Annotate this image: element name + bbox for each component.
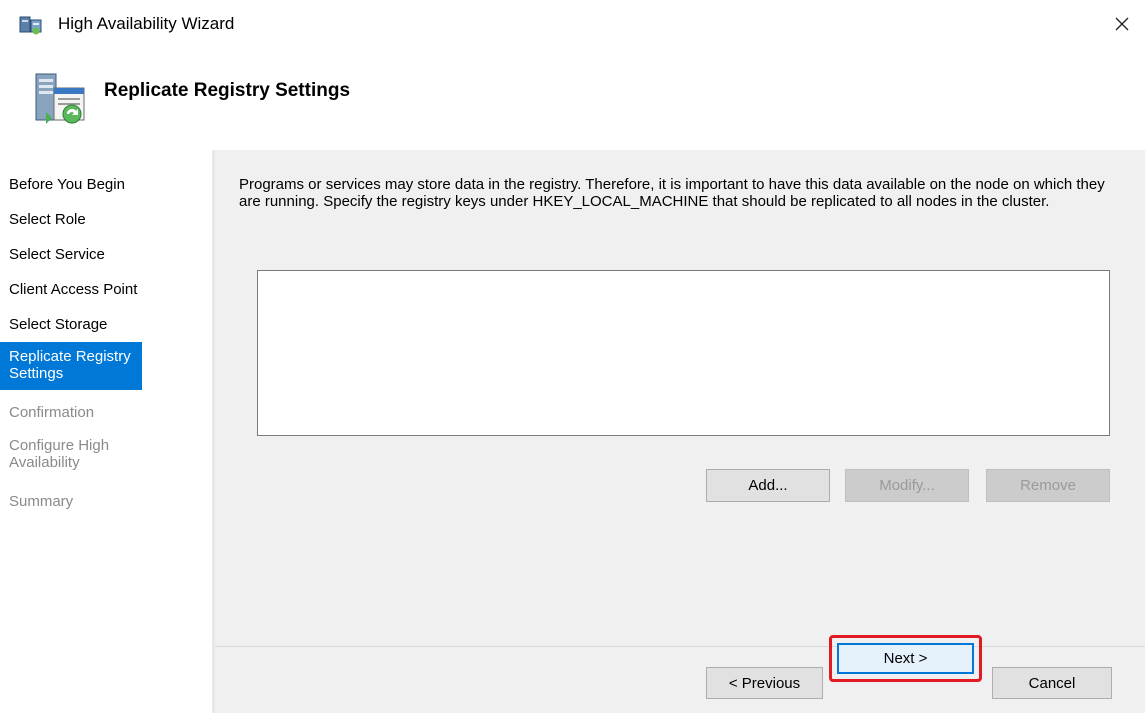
sidebar-item-before-you-begin[interactable]: Before You Begin xyxy=(0,176,210,193)
sidebar-item-client-access-point[interactable]: Client Access Point xyxy=(0,281,210,298)
sidebar-item-select-role[interactable]: Select Role xyxy=(0,211,210,228)
close-button[interactable] xyxy=(1099,4,1145,44)
sidebar-item-configure-high-availability: Configure High Availability xyxy=(9,437,110,471)
previous-button[interactable]: < Previous xyxy=(706,667,823,699)
close-icon xyxy=(1115,17,1129,31)
wizard-header: Replicate Registry Settings xyxy=(0,52,1145,150)
remove-button[interactable]: Remove xyxy=(986,469,1110,502)
modify-button[interactable]: Modify... xyxy=(845,469,969,502)
sidebar-item-confirmation: Confirmation xyxy=(9,404,95,421)
title-bar: High Availability Wizard xyxy=(0,0,1145,52)
page-title: Replicate Registry Settings xyxy=(104,80,351,101)
sidebar-item-select-service[interactable]: Select Service xyxy=(0,246,210,263)
server-registry-icon xyxy=(32,72,88,128)
cluster-wizard-icon xyxy=(18,14,44,36)
wizard-steps-sidebar: Before You Begin Select Role Select Serv… xyxy=(0,150,212,713)
sidebar-item-replicate-registry-settings[interactable]: Replicate Registry Settings xyxy=(0,342,142,390)
content-panel: Programs or services may store data in t… xyxy=(215,150,1145,646)
add-button[interactable]: Add... xyxy=(706,469,830,502)
sidebar-item-summary: Summary xyxy=(9,493,74,510)
sidebar-item-select-storage[interactable]: Select Storage xyxy=(0,316,210,333)
next-button[interactable]: Next > xyxy=(837,643,974,674)
cancel-button[interactable]: Cancel xyxy=(992,667,1112,699)
registry-keys-list[interactable] xyxy=(257,270,1110,436)
wizard-footer: < Previous Next > Cancel xyxy=(215,635,1145,713)
window-title: High Availability Wizard xyxy=(58,14,235,33)
instructions-text: Programs or services may store data in t… xyxy=(239,176,1105,210)
